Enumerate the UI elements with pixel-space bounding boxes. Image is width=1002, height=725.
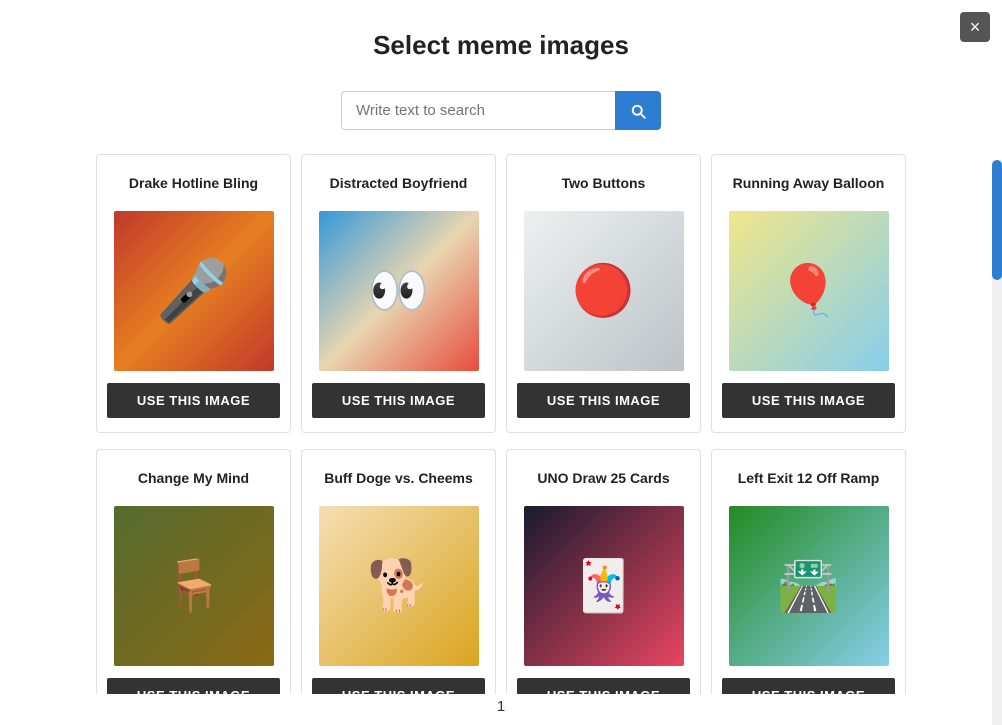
pagination: 1 [497,698,505,715]
meme-title-change-my-mind: Change My Mind [138,460,249,496]
use-image-button-running-away-balloon[interactable]: USE THIS IMAGE [722,383,895,418]
meme-title-uno-draw: UNO Draw 25 Cards [537,460,669,496]
search-bar [341,91,661,130]
scrollbar-track [992,160,1002,725]
meme-card-running-away-balloon: Running Away Balloon USE THIS IMAGE [711,154,906,433]
meme-card-change-my-mind: Change My Mind USE THIS IMAGE [96,449,291,694]
meme-title-drake: Drake Hotline Bling [129,165,258,201]
meme-image-left-exit [729,506,889,666]
meme-image-uno-draw [524,506,684,666]
use-image-button-change-my-mind[interactable]: USE THIS IMAGE [107,678,280,694]
meme-card-uno-draw: UNO Draw 25 Cards USE THIS IMAGE [506,449,701,694]
meme-image-distracted-boyfriend [319,211,479,371]
meme-image-change-my-mind [114,506,274,666]
modal-title: Select meme images [373,30,629,61]
meme-image-two-buttons [524,211,684,371]
meme-image-running-away-balloon [729,211,889,371]
meme-title-left-exit: Left Exit 12 Off Ramp [738,460,880,496]
meme-card-left-exit: Left Exit 12 Off Ramp USE THIS IMAGE [711,449,906,694]
meme-card-drake: Drake Hotline Bling USE THIS IMAGE [96,154,291,433]
use-image-button-drake[interactable]: USE THIS IMAGE [107,383,280,418]
meme-image-drake [114,211,274,371]
search-input[interactable] [341,91,615,130]
use-image-button-uno-draw[interactable]: USE THIS IMAGE [517,678,690,694]
meme-card-buff-doge: Buff Doge vs. Cheems USE THIS IMAGE [301,449,496,694]
use-image-button-distracted-boyfriend[interactable]: USE THIS IMAGE [312,383,485,418]
use-image-button-buff-doge[interactable]: USE THIS IMAGE [312,678,485,694]
close-icon: × [970,17,981,38]
use-image-button-left-exit[interactable]: USE THIS IMAGE [722,678,895,694]
meme-card-two-buttons: Two Buttons USE THIS IMAGE [506,154,701,433]
modal-overlay: × Select meme images Drake Hotline Bling… [0,0,1002,725]
meme-title-distracted-boyfriend: Distracted Boyfriend [330,165,468,201]
meme-title-two-buttons: Two Buttons [562,165,646,201]
meme-image-buff-doge [319,506,479,666]
meme-title-buff-doge: Buff Doge vs. Cheems [324,460,473,496]
meme-card-distracted-boyfriend: Distracted Boyfriend USE THIS IMAGE [301,154,496,433]
scrollbar-thumb[interactable] [992,160,1002,280]
search-icon [629,102,647,120]
meme-grid: Drake Hotline Bling USE THIS IMAGE Distr… [86,154,916,694]
meme-title-running-away-balloon: Running Away Balloon [733,165,885,201]
search-button[interactable] [615,91,661,130]
use-image-button-two-buttons[interactable]: USE THIS IMAGE [517,383,690,418]
close-button[interactable]: × [960,12,990,42]
